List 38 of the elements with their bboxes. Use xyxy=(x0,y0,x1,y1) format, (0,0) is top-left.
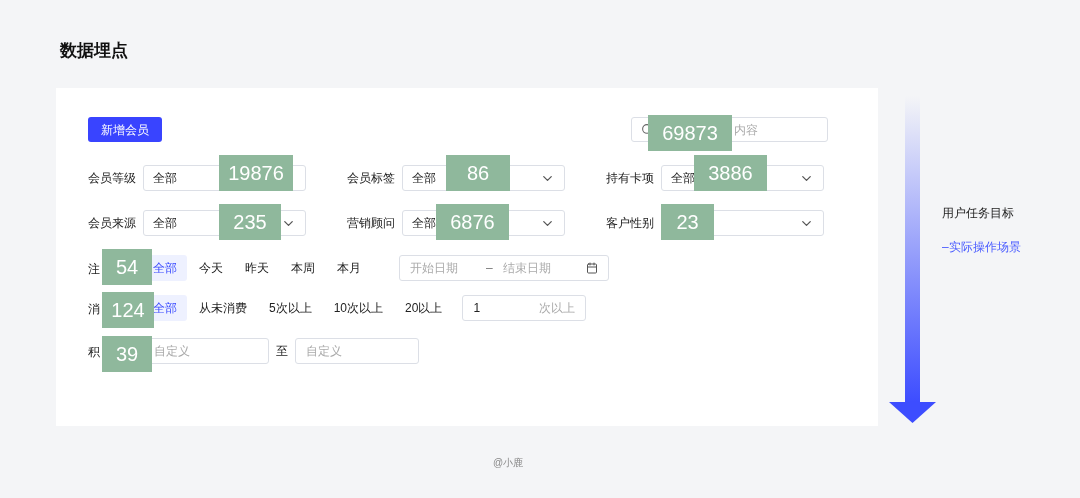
field-label: 注 xyxy=(88,262,100,276)
filter-chip[interactable]: 从未消费 xyxy=(189,295,257,321)
field-label: 客户性别 xyxy=(606,215,655,232)
count-tooltip: 23 xyxy=(661,204,714,240)
max-points-field[interactable]: 自定义 xyxy=(295,338,419,364)
page-title: 数据埋点 xyxy=(60,40,128,62)
filter-chip[interactable]: 本周 xyxy=(281,255,325,281)
field-label: 持有卡项 xyxy=(606,170,655,187)
count-tooltip: 124 xyxy=(102,292,154,328)
calendar-icon xyxy=(586,262,598,274)
field-label: 会员标签 xyxy=(347,170,396,187)
filter-chip[interactable]: 5次以上 xyxy=(259,295,322,321)
filter-chip[interactable]: 昨天 xyxy=(235,255,279,281)
range-separator: 至 xyxy=(276,343,288,360)
filter-chip[interactable]: 今天 xyxy=(189,255,233,281)
count-tooltip: 86 xyxy=(446,155,510,191)
count-field[interactable]: 1 次以上 xyxy=(462,295,587,321)
field-label: 会员等级 xyxy=(88,170,137,187)
add-member-button[interactable]: 新增会员 xyxy=(88,117,162,142)
field-label: 营销顾问 xyxy=(347,215,396,232)
goal-subheading: –实际操作场景 xyxy=(942,239,1021,256)
count-tooltip: 39 xyxy=(102,336,152,372)
field-label: 会员来源 xyxy=(88,215,137,232)
count-tooltip: 6876 xyxy=(436,204,509,240)
field-label: 消 xyxy=(88,302,100,316)
goal-heading: 用户任务目标 xyxy=(942,205,1014,222)
filter-chip[interactable]: 10次以上 xyxy=(323,295,394,321)
author-credit: @小鹿 xyxy=(493,456,524,470)
count-tooltip: 69873 xyxy=(648,115,732,151)
count-tooltip: 3886 xyxy=(694,155,767,191)
field-label: 积 xyxy=(88,345,100,359)
filter-chip[interactable]: 20以上 xyxy=(395,295,453,321)
filter-chip[interactable]: 本月 xyxy=(327,255,371,281)
search-placeholder: 内容 xyxy=(734,121,758,139)
count-tooltip: 19876 xyxy=(219,155,293,191)
count-tooltip: 54 xyxy=(102,249,152,285)
count-tooltip: 235 xyxy=(219,204,281,240)
date-range-field[interactable]: 开始日期 – 结束日期 xyxy=(399,255,609,281)
